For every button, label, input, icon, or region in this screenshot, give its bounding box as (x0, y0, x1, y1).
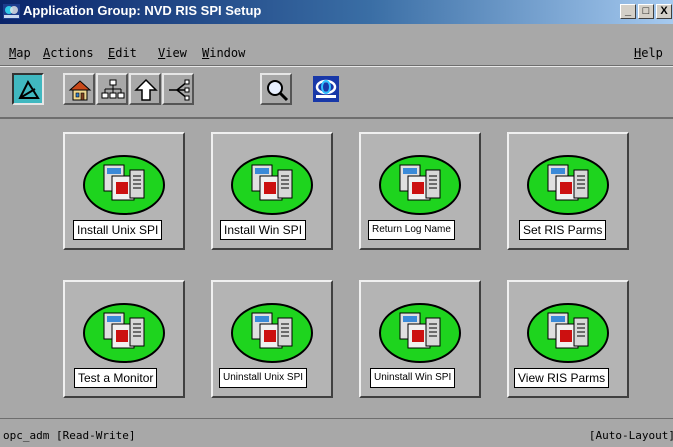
app-uninstall-win-spi[interactable]: Uninstall Win SPI (359, 280, 481, 398)
application-icon (231, 303, 313, 363)
title-bar[interactable]: Application Group: NVD RIS SPI Setup _ □… (0, 0, 673, 24)
close-button[interactable]: X (656, 4, 672, 19)
magnifier-icon (267, 80, 289, 102)
app-label: Uninstall Unix SPI (219, 368, 308, 388)
application-window: Application Group: NVD RIS SPI Setup _ □… (0, 0, 673, 447)
app-return-log-name[interactable]: Return Log Name (359, 132, 481, 250)
select-mode-icon (18, 79, 40, 99)
ovw-logo-icon (3, 4, 20, 19)
app-label: View RIS Parms (514, 368, 610, 388)
status-layout-mode: [Auto-Layout] (588, 429, 673, 442)
app-label: Install Win SPI (220, 220, 307, 240)
application-icon (527, 303, 609, 363)
nnm-launcher-button[interactable] (310, 73, 342, 105)
nnm-logo-icon (313, 76, 339, 102)
maximize-button[interactable]: □ (638, 4, 654, 19)
find-button[interactable] (260, 73, 292, 105)
application-icon (527, 155, 609, 215)
app-view-ris-parms[interactable]: View RIS Parms (507, 280, 629, 398)
menu-help[interactable]: Help (634, 46, 663, 60)
menu-actions[interactable]: Actions (43, 46, 94, 60)
home-button[interactable] (63, 73, 95, 105)
menu-edit[interactable]: Edit (108, 46, 137, 60)
application-icon (379, 155, 461, 215)
application-icon (231, 155, 313, 215)
app-label: Uninstall Win SPI (370, 368, 456, 388)
home-icon (68, 80, 92, 101)
up-arrow-icon (134, 78, 158, 101)
app-label: Test a Monitor (74, 368, 158, 388)
select-mode-button[interactable] (12, 73, 44, 105)
app-test-a-monitor[interactable]: Test a Monitor (63, 280, 185, 398)
parent-map-button[interactable] (129, 73, 161, 105)
menu-view[interactable]: View (158, 46, 187, 60)
app-label: Return Log Name (368, 220, 455, 240)
hierarchy-button[interactable] (96, 73, 128, 105)
menu-map[interactable]: Map (9, 46, 31, 60)
toolbar-divider-highlight (0, 66, 673, 67)
menu-bar: Map Actions Edit View Window Help (0, 24, 673, 64)
app-uninstall-unix-spi[interactable]: Uninstall Unix SPI (211, 280, 333, 398)
app-label: Install Unix SPI (73, 220, 163, 240)
network-fan-icon (169, 79, 190, 101)
network-button[interactable] (162, 73, 194, 105)
window-title: Application Group: NVD RIS SPI Setup (23, 3, 262, 18)
application-icon (379, 303, 461, 363)
status-user-mode: opc_adm [Read-Write] (3, 429, 136, 442)
hierarchy-tree-icon (101, 79, 125, 99)
application-icon (83, 303, 165, 363)
app-install-unix-spi[interactable]: Install Unix SPI (63, 132, 185, 250)
status-bar: opc_adm [Read-Write] [Auto-Layout] (0, 419, 673, 447)
application-icon (83, 155, 165, 215)
menu-window[interactable]: Window (202, 46, 245, 60)
app-install-win-spi[interactable]: Install Win SPI (211, 132, 333, 250)
minimize-button[interactable]: _ (620, 4, 636, 19)
app-label: Set RIS Parms (519, 220, 607, 240)
app-set-ris-parms[interactable]: Set RIS Parms (507, 132, 629, 250)
